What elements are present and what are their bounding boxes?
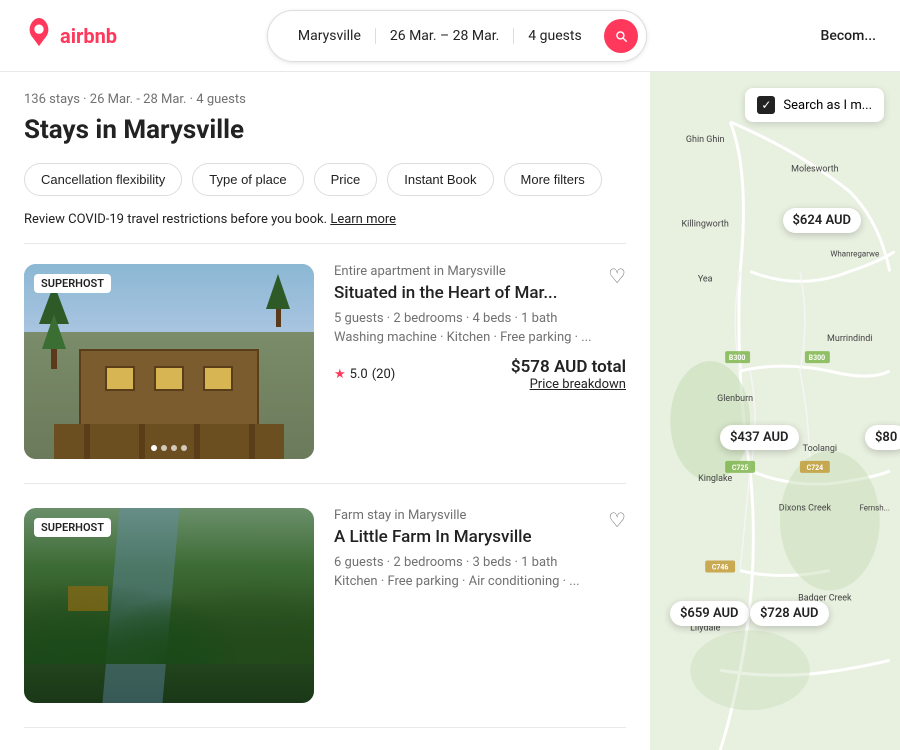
price-marker-4[interactable]: $659 AUD	[670, 601, 749, 626]
logo[interactable]: airbnb	[24, 17, 117, 54]
image-dots-1	[151, 445, 187, 451]
dot	[151, 445, 157, 451]
listing-footer-1: ★ 5.0 (20) $578 AUD total Price breakdow…	[334, 357, 626, 392]
filter-bar: Cancellation flexibility Type of place P…	[24, 163, 626, 196]
main-content: 136 stays · 26 Mar. - 28 Mar. · 4 guests…	[0, 72, 900, 750]
header: airbnb Marysville 26 Mar. – 28 Mar. 4 gu…	[0, 0, 900, 72]
svg-text:Toolangi: Toolangi	[803, 444, 837, 454]
price-section-1: $578 AUD total Price breakdown	[511, 357, 626, 392]
svg-text:Glenburn: Glenburn	[717, 394, 753, 404]
price-marker-5[interactable]: $728 AUD	[750, 601, 829, 626]
map-container[interactable]: B300 B300 C725 C724 C746 Yarck Ghin Ghin…	[650, 72, 900, 750]
listing-rating-1: ★ 5.0 (20)	[334, 367, 395, 382]
dot	[161, 445, 167, 451]
svg-text:Yea: Yea	[698, 274, 713, 284]
star-icon: ★	[334, 367, 346, 382]
covid-learn-more[interactable]: Learn more	[330, 212, 396, 227]
superhost-badge-1: SUPERHOST	[34, 274, 111, 293]
result-count: 136 stays · 26 Mar. - 28 Mar. · 4 guests	[24, 92, 626, 107]
favorite-button-1[interactable]: ♡	[608, 264, 626, 289]
airbnb-logo-icon	[24, 17, 54, 54]
listing-amenities-1: Washing machine · Kitchen · Free parking…	[334, 330, 626, 345]
svg-text:B300: B300	[809, 354, 825, 362]
listing-info-2: ♡ Farm stay in Marysville A Little Farm …	[314, 508, 626, 703]
listing-details-2: 6 guests · 2 bedrooms · 3 beds · 1 bath	[334, 555, 626, 570]
listing-title-2[interactable]: A Little Farm In Marysville	[334, 527, 626, 547]
svg-text:Molesworth: Molesworth	[791, 165, 839, 175]
search-location[interactable]: Marysville	[284, 28, 376, 44]
covid-notice: Review COVID-19 travel restrictions befo…	[24, 212, 626, 244]
svg-text:B300: B300	[729, 354, 745, 362]
price-marker-2[interactable]: $437 AUD	[720, 425, 799, 450]
svg-text:Fernsh...: Fernsh...	[859, 504, 889, 513]
listing-type-1: Entire apartment in Marysville	[334, 264, 626, 279]
svg-text:C724: C724	[807, 464, 824, 472]
svg-text:Whanregarwe: Whanregarwe	[830, 249, 879, 258]
search-guests[interactable]: 4 guests	[514, 28, 595, 44]
svg-text:C725: C725	[732, 464, 749, 472]
page-title: Stays in Marysville	[24, 115, 626, 145]
svg-text:Murrindindi: Murrindindi	[827, 334, 872, 344]
favorite-button-2[interactable]: ♡	[608, 508, 626, 533]
filter-cancellation[interactable]: Cancellation flexibility	[24, 163, 182, 196]
price-marker-1[interactable]: $624 AUD	[783, 208, 862, 233]
listing-amenities-2: Kitchen · Free parking · Air conditionin…	[334, 574, 626, 589]
listing-type-2: Farm stay in Marysville	[334, 508, 626, 523]
dot	[171, 445, 177, 451]
price-breakdown-link-1[interactable]: Price breakdown	[511, 377, 626, 392]
price-marker-3[interactable]: $80	[865, 425, 900, 450]
listing-card: SUPERHOST ♡ Entire apartment in Marysvil…	[24, 264, 626, 484]
search-label: Search as I m...	[783, 98, 872, 113]
listing-image-1[interactable]: SUPERHOST	[24, 264, 314, 459]
listing-info-1: ♡ Entire apartment in Marysville Situate…	[314, 264, 626, 459]
search-dates[interactable]: 26 Mar. – 28 Mar.	[376, 28, 514, 44]
become-host-link[interactable]: Becom...	[797, 28, 876, 44]
search-button[interactable]	[604, 19, 638, 53]
checkbox-icon: ✓	[757, 96, 775, 114]
svg-text:Kinglake: Kinglake	[698, 474, 732, 484]
listing-card-2: SUPERHOST ♡ Farm stay in Marysville A Li…	[24, 508, 626, 728]
logo-text: airbnb	[60, 24, 117, 48]
superhost-badge-2: SUPERHOST	[34, 518, 111, 537]
search-bar[interactable]: Marysville 26 Mar. – 28 Mar. 4 guests	[267, 10, 647, 62]
listing-details-1: 5 guests · 2 bedrooms · 4 beds · 1 bath	[334, 311, 626, 326]
search-as-move[interactable]: ✓ Search as I m...	[745, 88, 884, 122]
price-total-1: $578 AUD total	[511, 357, 626, 377]
svg-text:Killingworth: Killingworth	[682, 220, 729, 230]
filter-instant[interactable]: Instant Book	[387, 163, 493, 196]
filter-price[interactable]: Price	[314, 163, 378, 196]
svg-text:C746: C746	[712, 564, 729, 572]
svg-text:Ghin Ghin: Ghin Ghin	[686, 135, 725, 145]
listing-title-1[interactable]: Situated in the Heart of Mar...	[334, 283, 626, 303]
filter-more[interactable]: More filters	[504, 163, 602, 196]
dot	[181, 445, 187, 451]
map-svg: B300 B300 C725 C724 C746 Yarck Ghin Ghin…	[650, 72, 900, 750]
listing-image-2[interactable]: SUPERHOST	[24, 508, 314, 703]
svg-text:Dixons Creek: Dixons Creek	[779, 504, 832, 514]
map-panel: B300 B300 C725 C724 C746 Yarck Ghin Ghin…	[650, 72, 900, 750]
left-panel: 136 stays · 26 Mar. - 28 Mar. · 4 guests…	[0, 72, 650, 750]
filter-type[interactable]: Type of place	[192, 163, 303, 196]
